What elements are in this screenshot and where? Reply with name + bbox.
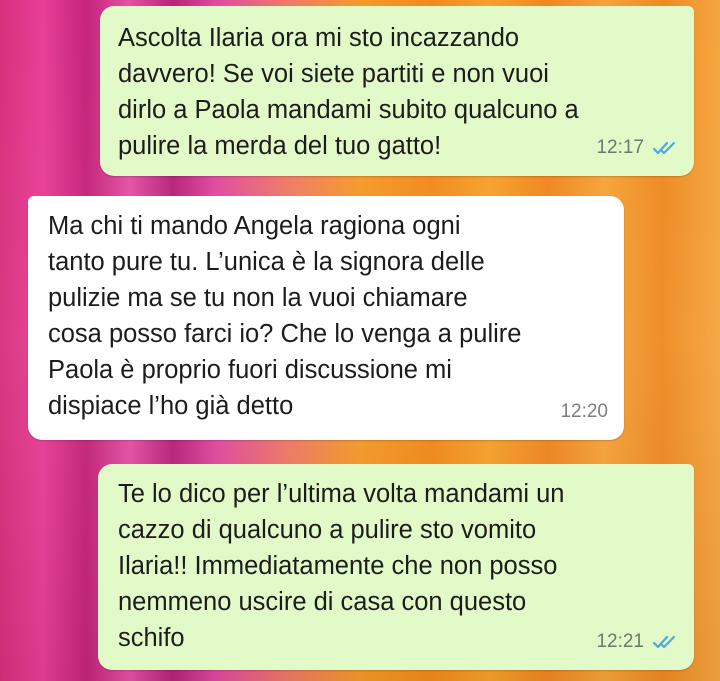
message-text: Ma chi ti mando Angela ragiona ogni tant… <box>48 212 522 420</box>
double-check-read-icon <box>652 140 678 156</box>
message-bubble-incoming[interactable]: Ma chi ti mando Angela ragiona ogni tant… <box>28 196 624 440</box>
message-bubble-outgoing[interactable]: Te lo dico per l’ultima volta mandami un… <box>98 464 694 670</box>
message-timestamp: 12:20 <box>560 401 608 422</box>
message-meta: 12:21 <box>596 624 678 660</box>
double-check-read-icon <box>652 634 678 650</box>
message-text: Ascolta Ilaria ora mi sto incazzando dav… <box>118 24 579 160</box>
message-meta: 12:20 <box>560 394 608 430</box>
message-text: Te lo dico per l’ultima volta mandami un… <box>118 480 565 652</box>
message-meta: 12:17 <box>596 130 678 166</box>
message-timestamp: 12:21 <box>596 631 644 652</box>
message-timestamp: 12:17 <box>596 137 644 158</box>
message-bubble-outgoing[interactable]: Ascolta Ilaria ora mi sto incazzando dav… <box>100 6 694 176</box>
